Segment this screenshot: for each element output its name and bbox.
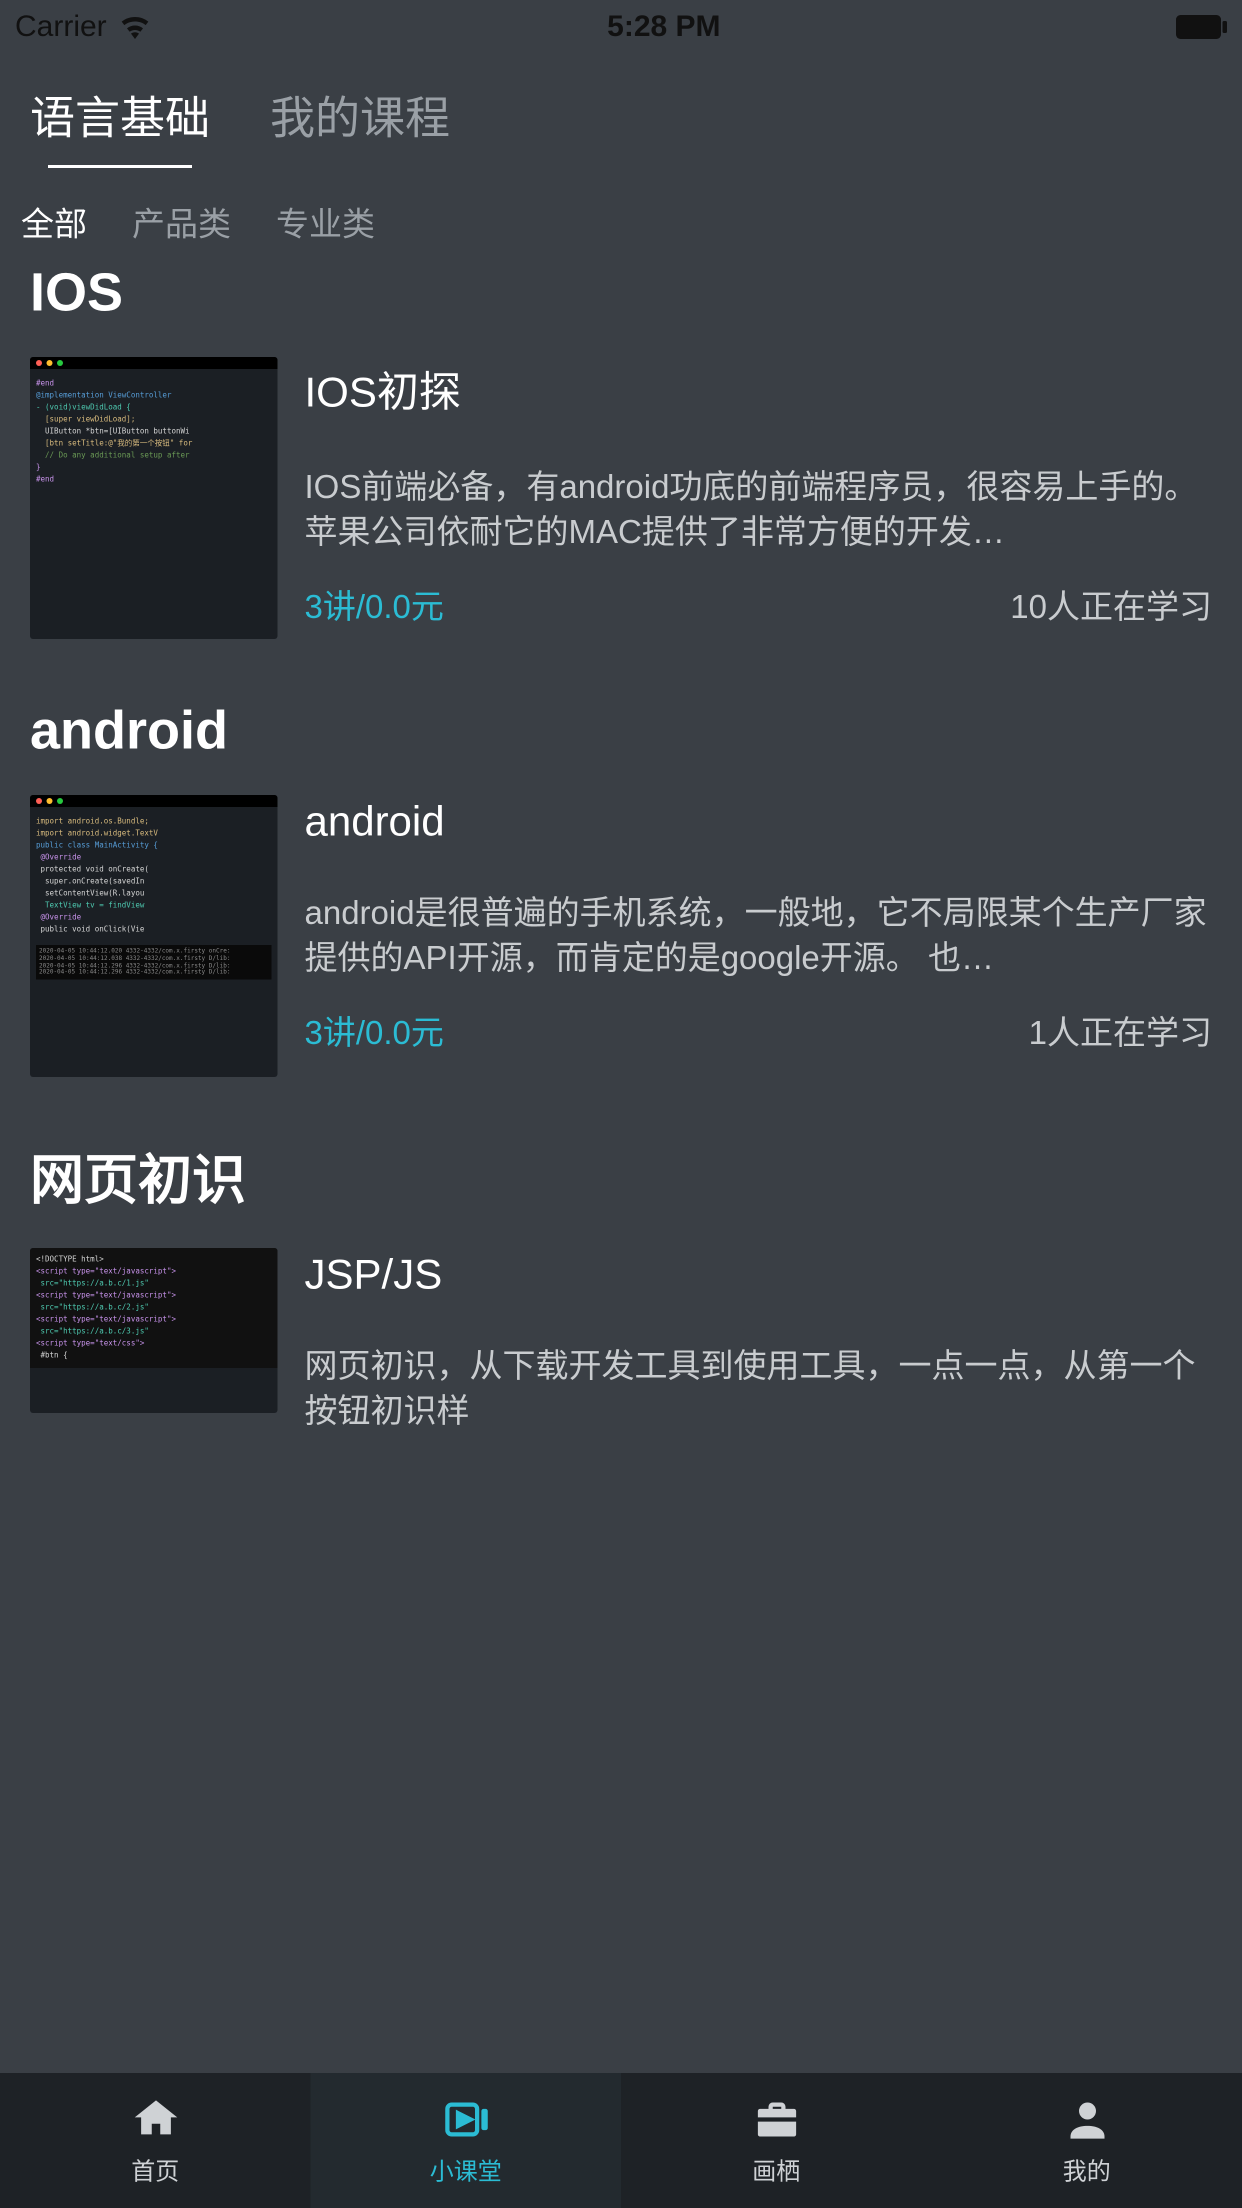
tab-label: 我的 <box>1063 2151 1111 2187</box>
course-title: android <box>305 798 1213 846</box>
course-thumbnail: #end @implementation ViewController - (v… <box>30 357 278 639</box>
tab-label: 首页 <box>131 2151 179 2187</box>
battery-icon <box>1176 15 1227 39</box>
tab-home[interactable]: 首页 <box>0 2073 311 2208</box>
course-info: android android是很普遍的手机系统，一般地，它不局限某个生产厂家提… <box>305 795 1213 1077</box>
course-title: IOS初探 <box>305 360 1213 420</box>
course-learners: 10人正在学习 <box>1010 581 1212 629</box>
tab-gallery[interactable]: 画栖 <box>621 2073 932 2208</box>
play-card-icon <box>440 2094 491 2145</box>
status-bar: Carrier 5:28 PM <box>0 0 1242 54</box>
course-learners: 1人正在学习 <box>1029 1007 1212 1055</box>
course-info: IOS初探 IOS前端必备，有android功底的前端程序员，很容易上手的。苹果… <box>305 357 1213 639</box>
course-info: JSP/JS 网页初识，从下载开发工具到使用工具，一点一点，从第一个按钮初识样 <box>305 1248 1213 1433</box>
course-desc: IOS前端必备，有android功底的前端程序员，很容易上手的。苹果公司依耐它的… <box>305 465 1213 554</box>
tab-label: 小课堂 <box>430 2151 502 2187</box>
section-heading: 网页初识 <box>30 1137 1212 1215</box>
status-time: 5:28 PM <box>607 10 720 45</box>
course-card[interactable]: <!DOCTYPE html> <script type="text/javas… <box>30 1248 1212 1433</box>
status-right <box>1176 15 1227 39</box>
course-price: 3讲/0.0元 <box>305 1007 444 1055</box>
course-desc: android是很普遍的手机系统，一般地，它不局限某个生产厂家提供的API开源，… <box>305 891 1213 980</box>
top-tab-my-courses[interactable]: 我的课程 <box>270 81 450 168</box>
course-meta: 3讲/0.0元 10人正在学习 <box>305 581 1213 629</box>
top-tab-language-basics[interactable]: 语言基础 <box>30 81 210 168</box>
carrier-label: Carrier <box>15 10 107 45</box>
course-card[interactable]: import android.os.Bundle; import android… <box>30 795 1212 1077</box>
top-tabs: 语言基础 我的课程 <box>0 54 1242 168</box>
section-heading: android <box>30 699 1212 762</box>
section-heading: IOS <box>30 261 1212 324</box>
bottom-tab-bar: 首页 小课堂 画栖 我的 <box>0 2073 1242 2208</box>
tab-classroom[interactable]: 小课堂 <box>311 2073 622 2208</box>
status-left: Carrier <box>15 10 152 45</box>
course-list[interactable]: IOS #end @implementation ViewController … <box>0 228 1242 2073</box>
tab-profile[interactable]: 我的 <box>932 2073 1242 2208</box>
course-thumbnail: <!DOCTYPE html> <script type="text/javas… <box>30 1248 278 1413</box>
tab-label: 画栖 <box>752 2151 800 2187</box>
briefcase-icon <box>751 2094 802 2145</box>
course-meta: 3讲/0.0元 1人正在学习 <box>305 1007 1213 1055</box>
course-thumbnail: import android.os.Bundle; import android… <box>30 795 278 1077</box>
person-icon <box>1061 2094 1112 2145</box>
course-card[interactable]: #end @implementation ViewController - (v… <box>30 357 1212 639</box>
course-desc: 网页初识，从下载开发工具到使用工具，一点一点，从第一个按钮初识样 <box>305 1344 1213 1433</box>
wifi-icon <box>119 15 152 39</box>
home-icon <box>130 2094 181 2145</box>
course-price: 3讲/0.0元 <box>305 581 444 629</box>
course-title: JSP/JS <box>305 1251 1213 1299</box>
